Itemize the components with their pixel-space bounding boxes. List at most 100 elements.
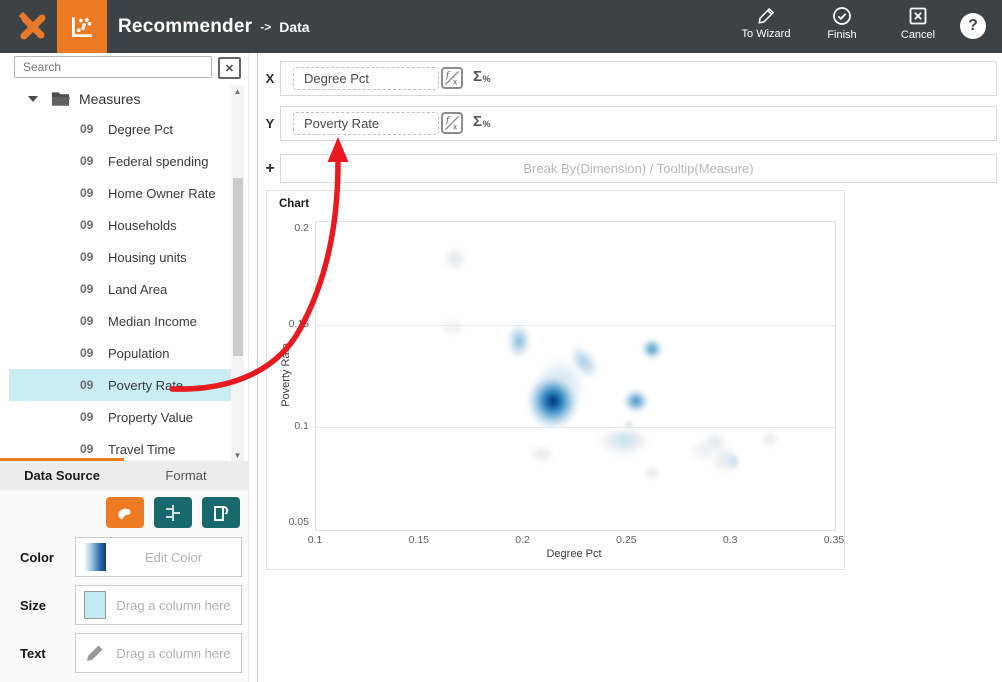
break-by-dropzone[interactable]: Break By(Dimension) / Tooltip(Measure) (280, 154, 997, 183)
y-tick-label: 0.05 (267, 515, 309, 529)
flip-page-button[interactable] (202, 497, 240, 528)
page-title: Recommender (118, 16, 252, 38)
measures-list: 09Degree Pct09Federal spending09Home Own… (0, 113, 231, 465)
numeric-type-icon: 09 (80, 378, 102, 392)
search-input[interactable] (14, 56, 212, 78)
y-field-row: Poverty Rate f x Σ% (280, 106, 997, 141)
density-blob (644, 465, 660, 481)
x-formula-button[interactable]: f x (441, 67, 463, 89)
size-value: Drag a column here (106, 598, 241, 613)
x-aggregation-button[interactable]: Σ% (473, 68, 491, 85)
numeric-type-icon: 09 (80, 154, 102, 168)
distribute-icon (163, 503, 183, 523)
to-wizard-label: To Wizard (742, 28, 791, 40)
page-subtitle: Data (279, 19, 309, 35)
tree-item-label: Median Income (108, 314, 197, 329)
caret-down-icon[interactable] (28, 96, 38, 102)
text-dropzone[interactable]: Drag a column here (75, 633, 242, 673)
tree-item-label: Poverty Rate (108, 378, 183, 393)
to-wizard-button[interactable]: To Wizard (740, 6, 792, 41)
tree-folder-label: Measures (79, 91, 140, 107)
page-rotate-icon (211, 503, 231, 523)
cancel-label: Cancel (901, 29, 935, 41)
tab-data-source[interactable]: Data Source (0, 461, 124, 490)
tree-item-label: Population (108, 346, 169, 361)
x-field-input[interactable]: Degree Pct (293, 67, 439, 90)
tree-item-property-value[interactable]: 09Property Value (0, 401, 231, 433)
search-clear-button[interactable]: ✕ (218, 57, 241, 79)
finish-button[interactable]: Finish (816, 6, 868, 41)
scrollbar-thumb[interactable] (233, 178, 243, 356)
scrollbar-up-icon[interactable]: ▲ (231, 85, 244, 98)
text-value: Drag a column here (106, 646, 241, 661)
tab-format-label: Format (165, 468, 206, 483)
size-dropzone[interactable]: Drag a column here (75, 585, 242, 625)
help-button[interactable]: ? (960, 13, 986, 39)
paint-blob-icon (114, 503, 136, 523)
cancel-button[interactable]: Cancel (892, 6, 944, 41)
tree-scrollbar[interactable]: ▲ ▼ (231, 85, 244, 462)
density-blob (529, 445, 555, 463)
tree-folder-measures[interactable]: Measures (0, 85, 231, 113)
tree-item-degree-pct[interactable]: 09Degree Pct (0, 113, 231, 145)
folder-icon (51, 91, 70, 107)
top-bar: Recommender -> Data To Wizard Finish (0, 0, 1002, 53)
sigma-sub: % (483, 119, 491, 129)
numeric-type-icon: 09 (80, 346, 102, 360)
finish-label: Finish (827, 29, 856, 41)
y-axis-tag: Y (262, 106, 278, 141)
tree-item-housing-units[interactable]: 09Housing units (0, 241, 231, 273)
chart-view-tile[interactable] (57, 0, 107, 53)
tree-item-land-area[interactable]: 09 Land Area (0, 273, 231, 305)
color-gradient-swatch (84, 543, 106, 571)
tree-item-label: Land Area (108, 282, 167, 297)
tree-item-label: Households (108, 218, 177, 233)
y-tick-label: 0.2 (267, 221, 309, 235)
numeric-type-icon: 09 (80, 410, 102, 424)
tab-format[interactable]: Format (124, 461, 248, 490)
app-window: Recommender -> Data To Wizard Finish (0, 0, 1002, 682)
tree-item-poverty-rate[interactable]: 09 Poverty Rate (0, 369, 231, 401)
x-tick-label: 0.35 (824, 534, 844, 546)
check-circle-icon (832, 6, 852, 26)
breadcrumb: Recommender -> Data (118, 0, 310, 53)
color-value: Edit Color (106, 550, 241, 565)
tree-item-median-income[interactable]: 09Median Income (0, 305, 231, 337)
x-axis-tag: X (262, 61, 278, 96)
x-tick-label: 0.1 (308, 534, 323, 546)
add-axis-tag: + (262, 154, 278, 183)
color-dropzone[interactable]: Edit Color (75, 537, 242, 577)
tree-item-label: Home Owner Rate (108, 186, 216, 201)
pencil-icon (84, 642, 106, 664)
y-formula-button[interactable]: f x (441, 112, 463, 134)
data-source-panel: Color Edit Color Size Drag a column here… (0, 490, 248, 682)
y-aggregation-button[interactable]: Σ% (473, 113, 491, 130)
density-blob (605, 429, 645, 451)
tree-item-federal-spending[interactable]: 09 Federal spending (0, 145, 231, 177)
x-field-row: Degree Pct f x Σ% (280, 61, 997, 96)
tree-item-home-owner-rate[interactable]: 09Home Owner Rate (0, 177, 231, 209)
density-blob (623, 420, 635, 430)
numeric-type-icon: 09 (80, 218, 102, 232)
main-divider (257, 53, 258, 682)
density-blob (526, 372, 580, 430)
clear-x-icon: ✕ (225, 62, 234, 75)
tree-item-label: Federal spending (108, 154, 208, 169)
density-blob (761, 430, 779, 448)
app-logo-icon (15, 9, 51, 45)
numeric-type-icon: 09 (80, 122, 102, 136)
color-label: Color (20, 550, 54, 565)
y-field-input[interactable]: Poverty Rate (293, 112, 439, 135)
numeric-type-icon: 09 (80, 282, 102, 296)
color-blob-button[interactable] (106, 497, 144, 528)
numeric-type-icon: 09 (80, 442, 102, 456)
gridline (316, 325, 835, 326)
topbar-actions: To Wizard Finish Cancel (740, 6, 944, 41)
density-blob (507, 323, 531, 359)
x-tick-label: 0.25 (616, 534, 636, 546)
tree-item-population[interactable]: 09 Population (0, 337, 231, 369)
y-tick-label: 0.1 (267, 419, 309, 433)
density-blob (440, 318, 466, 336)
distribute-button[interactable] (154, 497, 192, 528)
tree-item-households[interactable]: 09 Households (0, 209, 231, 241)
